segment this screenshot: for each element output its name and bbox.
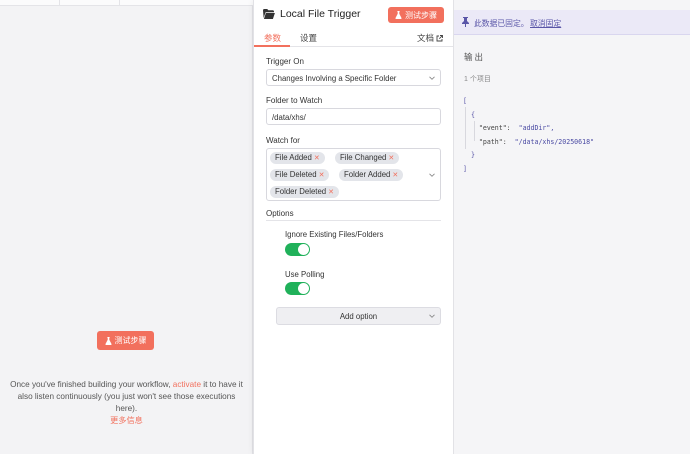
json-key: "path":	[478, 137, 507, 146]
trigger-on-value: Changes Involving a Specific Folder	[272, 74, 397, 83]
chip-label: File Deleted	[275, 170, 317, 179]
use-polling-toggle[interactable]	[285, 282, 310, 295]
unpin-link[interactable]: 取消固定	[530, 18, 561, 29]
json-line: "event": "addDir",	[463, 122, 594, 136]
top-bar-segment	[0, 0, 60, 6]
chevron-down-icon	[429, 173, 435, 177]
test-step-label: 测试步骤	[405, 10, 437, 20]
json-line: {	[463, 109, 594, 123]
folder-open-icon	[263, 9, 275, 19]
chevron-down-icon	[429, 76, 435, 80]
activate-link[interactable]: activate	[173, 380, 201, 389]
node-header: Local File Trigger 测试步骤	[254, 0, 453, 30]
json-value: "addDir",	[518, 124, 555, 132]
pin-icon	[462, 17, 469, 27]
json-brace: {	[470, 110, 475, 119]
add-option-button[interactable]: Add option	[276, 307, 441, 325]
pinned-text: 此数据已固定。	[474, 19, 529, 28]
close-icon[interactable]: ✕	[392, 172, 398, 179]
json-key: "event":	[478, 124, 511, 132]
json-indent-guide	[474, 121, 475, 141]
chip-folder-added: Folder Added ✕	[339, 169, 404, 181]
chip-label: Folder Added	[344, 170, 391, 179]
chip-folder-deleted: Folder Deleted ✕	[270, 186, 340, 198]
left-top-bar	[0, 0, 253, 6]
tab-settings[interactable]: 设置	[300, 32, 317, 44]
add-option-label: Add option	[339, 311, 378, 321]
output-title: 输出	[464, 52, 486, 62]
output-panel: 此数据已固定。 取消固定 输出 1 个项目 [ { "event": "addD…	[454, 0, 690, 454]
chip-file-deleted: File Deleted ✕	[270, 169, 330, 181]
ignore-existing-toggle[interactable]	[285, 243, 310, 256]
chip-label: Folder Deleted	[275, 187, 327, 196]
item-count: 1 个项目	[464, 76, 491, 83]
docs-link[interactable]: 文档	[417, 32, 443, 44]
chip-label: File Added	[275, 153, 312, 162]
top-bar-segment	[60, 0, 120, 6]
node-parameters-panel: Local File Trigger 测试步骤 参数 设置 文档 Trigger…	[253, 0, 454, 454]
node-title[interactable]: Local File Trigger	[280, 8, 361, 20]
canvas-panel: 测试步骤 Once you've finished building your …	[0, 0, 253, 454]
folder-input[interactable]: /data/xhs/	[266, 108, 441, 125]
chip-file-added: File Added ✕	[270, 152, 325, 164]
toggle-knob	[298, 283, 309, 294]
toggle-knob	[298, 244, 309, 255]
flask-icon	[395, 11, 402, 19]
test-step-button-left[interactable]: 测试步骤	[97, 331, 154, 350]
json-line: ]	[463, 163, 594, 177]
json-line: "path": "/data/xhs/20250618"	[463, 136, 594, 150]
json-bracket: ]	[463, 164, 467, 173]
flask-icon	[104, 336, 112, 345]
node-tabs: 参数 设置 文档	[254, 30, 453, 47]
json-bracket: [	[463, 97, 467, 105]
json-value: "/data/xhs/20250618"	[514, 137, 595, 146]
close-icon[interactable]: ✕	[328, 189, 334, 196]
ignore-existing-label: Ignore Existing Files/Folders	[285, 230, 384, 239]
use-polling-label: Use Polling	[285, 270, 325, 279]
json-line: }	[463, 149, 594, 163]
close-icon[interactable]: ✕	[319, 172, 325, 179]
more-info-link[interactable]: 更多信息	[110, 416, 143, 425]
close-icon[interactable]: ✕	[314, 155, 320, 162]
folder-value: /data/xhs/	[272, 113, 306, 122]
chevron-down-icon	[429, 314, 435, 318]
pinned-data-banner: 此数据已固定。 取消固定	[454, 10, 690, 35]
folder-label: Folder to Watch	[266, 96, 323, 105]
active-tab-indicator	[254, 45, 290, 47]
docs-label: 文档	[417, 33, 435, 43]
watch-for-label: Watch for	[266, 136, 300, 145]
trigger-on-select[interactable]: Changes Involving a Specific Folder	[266, 69, 441, 86]
hint-text-before: Once you've finished building your workf…	[10, 380, 171, 389]
trigger-on-label: Trigger On	[266, 57, 304, 66]
activation-hint: Once you've finished building your workf…	[8, 379, 245, 427]
json-brace: }	[470, 151, 475, 159]
watch-for-multiselect[interactable]: File Added ✕ File Changed ✕ File Deleted ✕ …	[266, 148, 441, 201]
options-header: Options	[266, 209, 441, 221]
json-indent-guide	[465, 107, 466, 149]
json-output[interactable]: [ { "event": "addDir", "path": "/data/xh…	[463, 95, 594, 176]
chip-file-changed: File Changed ✕	[335, 152, 400, 164]
test-step-button[interactable]: 测试步骤	[388, 7, 444, 23]
external-link-icon	[436, 34, 443, 41]
json-line: [	[463, 95, 594, 109]
test-step-label: 测试步骤	[114, 336, 147, 345]
close-icon[interactable]: ✕	[388, 155, 394, 162]
tab-parameters[interactable]: 参数	[264, 32, 281, 44]
chip-label: File Changed	[340, 153, 387, 162]
